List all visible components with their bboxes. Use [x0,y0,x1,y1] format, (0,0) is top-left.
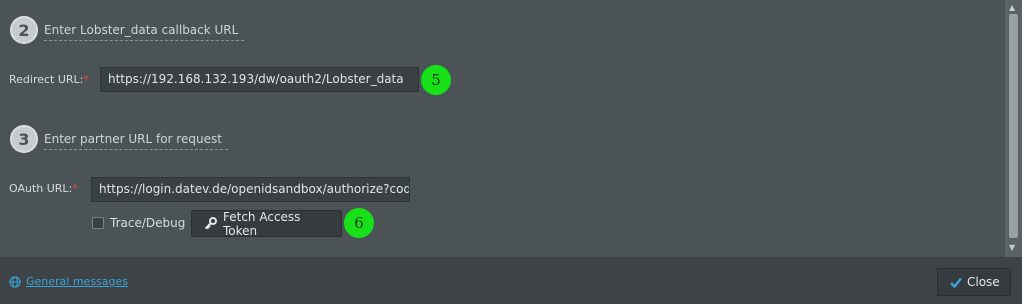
oauth-url-input[interactable]: https://login.datev.de/openidsandbox/aut… [91,177,410,202]
oauth-url-label-text: OAuth URL: [9,182,73,195]
trace-debug-checkbox[interactable] [92,217,104,229]
required-marker: * [83,73,89,86]
key-icon [204,217,217,230]
step-2-title: Enter Lobster_data callback URL [44,22,245,41]
check-icon [950,277,962,288]
callout-badge-6: 6 [344,208,374,238]
step-3-title: Enter partner URL for request [44,131,228,150]
scroll-down-icon[interactable]: ▼ [1009,244,1015,252]
redirect-url-label: Redirect URL:* [9,73,89,87]
step-3-number: 3 [10,125,38,153]
globe-icon [9,275,21,288]
scroll-up-icon[interactable]: ▲ [1009,4,1015,12]
close-button[interactable]: Close [937,268,1011,296]
close-label: Close [967,275,1000,289]
oauth-url-label: OAuth URL:* [9,182,78,196]
redirect-url-label-text: Redirect URL: [9,73,84,86]
fetch-access-token-button[interactable]: Fetch Access Token [191,209,342,238]
trace-debug-label[interactable]: Trace/Debug [110,215,185,231]
callout-badge-5: 5 [421,65,451,95]
scrollbar-thumb[interactable] [1009,14,1018,238]
required-marker: * [72,182,78,195]
general-messages-label: General messages [26,275,129,288]
general-messages-link[interactable]: General messages [9,275,128,288]
redirect-url-input[interactable]: https://192.168.132.193/dw/oauth2/Lobste… [100,67,419,92]
step-2-number: 2 [10,16,38,44]
fetch-access-token-label: Fetch Access Token [223,209,301,238]
